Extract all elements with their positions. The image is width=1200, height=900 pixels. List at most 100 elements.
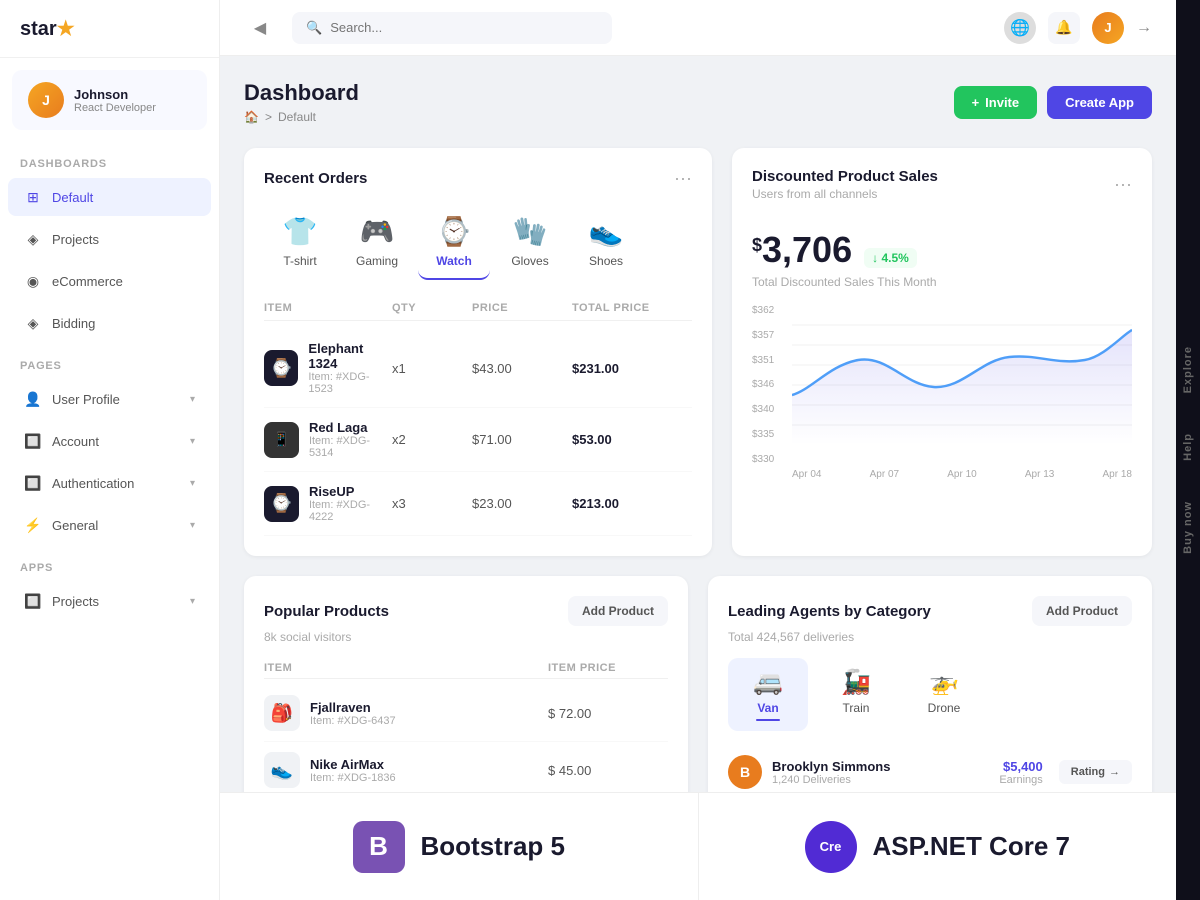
sidebar-item-user-profile[interactable]: 👤 User Profile ▾ <box>8 380 211 418</box>
sales-description: Total Discounted Sales This Month <box>752 275 1132 289</box>
tab-watch[interactable]: ⌚ Watch <box>418 205 490 280</box>
content-area: Dashboard 🏠 > Default +Invite Create App… <box>220 56 1176 900</box>
item-info: 📱 Red Laga Item: #XDG-5314 <box>264 420 392 459</box>
sidebar-item-account[interactable]: 🔲 Account ▾ <box>8 422 211 460</box>
bootstrap-label: Bootstrap 5 <box>421 831 565 862</box>
shoes-icon: 👟 <box>589 215 624 248</box>
sales-subtitle: Users from all channels <box>752 187 938 201</box>
agent-tab-van[interactable]: 🚐 Van <box>728 658 808 731</box>
sales-card-menu-button[interactable]: ··· <box>1114 174 1132 195</box>
chart-y-label: $340 <box>752 404 774 415</box>
topbar-notification-button[interactable]: 🔔 <box>1048 12 1080 44</box>
bootstrap-overlay: B Bootstrap 5 <box>220 792 698 900</box>
card-menu-button[interactable]: ··· <box>674 168 692 189</box>
bootstrap-icon: B <box>353 821 405 873</box>
orders-table: ITEM QTY PRICE TOTAL PRICE ⌚ Elephant 13… <box>264 296 692 536</box>
sales-amount-row: $3,706 ↓ 4.5% <box>752 217 1132 275</box>
chevron-down-icon: ▾ <box>190 520 195 531</box>
page-title: Dashboard <box>244 80 359 106</box>
item-name: Red Laga <box>309 420 392 435</box>
tab-gaming[interactable]: 🎮 Gaming <box>340 205 414 280</box>
agents-title: Leading Agents by Category <box>728 603 931 620</box>
agent-stats: $5,400 Earnings Rating → <box>999 759 1132 786</box>
explore-label[interactable]: Explore <box>1178 326 1198 413</box>
search-icon: 🔍 <box>306 20 322 36</box>
sidebar-item-general[interactable]: ⚡ General ▾ <box>8 506 211 544</box>
tab-tshirt-label: T-shirt <box>283 254 316 268</box>
invite-button[interactable]: +Invite <box>954 86 1038 119</box>
create-app-button[interactable]: Create App <box>1047 86 1152 119</box>
agent-tabs: 🚐 Van 🚂 Train 🚁 Drone <box>728 658 1132 731</box>
sidebar-item-label: Projects <box>52 594 180 609</box>
product-price: $ 72.00 <box>548 706 668 721</box>
sidebar-item-default[interactable]: ⊞ Default <box>8 178 211 216</box>
arrow-right-icon: → <box>1109 766 1120 778</box>
agent-avatar: B <box>728 755 762 789</box>
agent-tab-label: Drone <box>928 701 961 715</box>
table-row: ⌚ Elephant 1324 Item: #XDG-1523 x1 $43.0… <box>264 329 692 408</box>
product-row: 🎒 Fjallraven Item: #XDG-6437 $ 72.00 <box>264 685 668 742</box>
sales-chart: $362 $357 $351 $346 $340 $335 $330 <box>752 305 1132 465</box>
topbar-globe-icon[interactable]: 🌐 <box>1004 12 1036 44</box>
item-id: Item: #XDG-5314 <box>309 435 392 459</box>
side-panel: Explore Help Buy now <box>1176 0 1200 900</box>
sidebar-item-authentication[interactable]: 🔲 Authentication ▾ <box>8 464 211 502</box>
header-buttons: +Invite Create App <box>954 86 1152 119</box>
chart-y-label: $335 <box>752 429 774 440</box>
general-icon: ⚡ <box>24 516 42 534</box>
tab-gloves[interactable]: 🧤 Gloves <box>494 205 566 280</box>
agents-subtitle: Total 424,567 deliveries <box>728 630 1132 644</box>
item-name: Elephant 1324 <box>308 341 392 371</box>
sidebar-item-label: Account <box>52 434 180 449</box>
agent-tab-train[interactable]: 🚂 Train <box>816 658 896 731</box>
earnings-value: $5,400 <box>999 759 1042 774</box>
rating-button[interactable]: Rating → <box>1059 760 1132 784</box>
collapse-sidebar-button[interactable]: ◀ <box>244 12 276 44</box>
user-name: Johnson <box>74 87 156 102</box>
dashboards-section-title: DASHBOARDS <box>0 142 219 176</box>
avatar: J <box>28 82 64 118</box>
app-icon: 🔲 <box>24 592 42 610</box>
add-product-button[interactable]: Add Product <box>568 596 668 626</box>
tab-gaming-label: Gaming <box>356 254 398 268</box>
sidebar-item-ecommerce[interactable]: ◉ eCommerce <box>8 262 211 300</box>
item-qty: x3 <box>392 496 472 511</box>
sidebar-item-label: User Profile <box>52 392 180 407</box>
search-input[interactable] <box>330 20 598 35</box>
account-icon: 🔲 <box>24 432 42 450</box>
pages-section-title: PAGES <box>0 344 219 378</box>
recent-orders-card: Recent Orders ··· 👕 T-shirt 🎮 Gaming ⌚ W… <box>244 148 712 556</box>
user-profile-card[interactable]: J Johnson React Developer <box>12 70 207 130</box>
buy-now-label[interactable]: Buy now <box>1178 481 1198 574</box>
agent-name: Brooklyn Simmons <box>772 759 890 774</box>
help-label[interactable]: Help <box>1178 413 1198 481</box>
chart-y-label: $362 <box>752 305 774 316</box>
tab-tshirt[interactable]: 👕 T-shirt <box>264 205 336 280</box>
logo-container: star★ <box>0 0 219 58</box>
item-image: ⌚ <box>264 486 299 522</box>
gaming-icon: 🎮 <box>360 215 395 248</box>
sidebar-item-label: General <box>52 518 180 533</box>
chart-y-label: $351 <box>752 355 774 366</box>
asp-overlay: Cre ASP.NET Core 7 <box>698 792 1177 900</box>
tab-shoes[interactable]: 👟 Shoes <box>570 205 642 280</box>
agent-tab-drone[interactable]: 🚁 Drone <box>904 658 984 731</box>
sidebar-item-app-projects[interactable]: 🔲 Projects ▾ <box>8 582 211 620</box>
chart-x-label: Apr 18 <box>1103 469 1132 480</box>
tab-gloves-label: Gloves <box>511 254 548 268</box>
add-agent-product-button[interactable]: Add Product <box>1032 596 1132 626</box>
item-id: Item: #XDG-4222 <box>309 499 392 523</box>
topbar-user-avatar[interactable]: J <box>1092 12 1124 44</box>
th-product-item: ITEM <box>264 662 548 674</box>
tshirt-icon: 👕 <box>283 215 318 248</box>
recent-orders-title: Recent Orders <box>264 170 367 187</box>
sidebar-item-projects[interactable]: ◈ Projects <box>8 220 211 258</box>
sidebar-item-bidding[interactable]: ◈ Bidding <box>8 304 211 342</box>
product-name: Fjallraven <box>310 700 396 715</box>
agents-header: Leading Agents by Category Add Product <box>728 596 1132 626</box>
tab-underline <box>756 719 780 721</box>
table-row: ⌚ RiseUP Item: #XDG-4222 x3 $23.00 $213.… <box>264 472 692 536</box>
user-role: React Developer <box>74 102 156 114</box>
sidebar-item-label: Default <box>52 190 195 205</box>
currency-symbol: $ <box>752 235 762 256</box>
